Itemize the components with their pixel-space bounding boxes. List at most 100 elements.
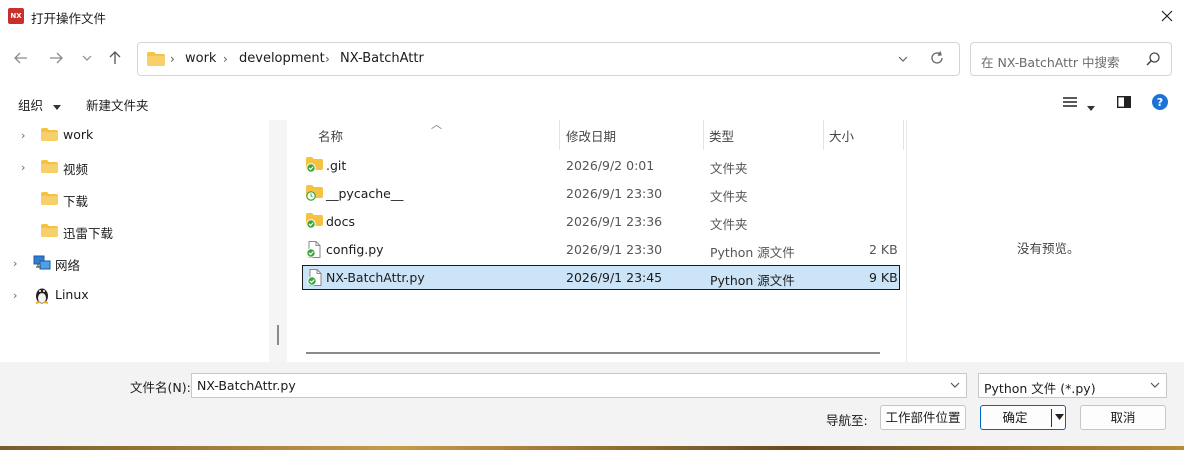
- nav-item-work[interactable]: › work: [0, 123, 260, 147]
- nx-app-icon: NX: [8, 8, 24, 24]
- file-row[interactable]: __pycache__ 2026/9/1 23:30 文件夹: [302, 182, 900, 206]
- file-row[interactable]: .git 2026/9/2 0:01 文件夹: [302, 154, 900, 178]
- nav-item-network[interactable]: › 网络: [0, 251, 260, 275]
- file-list: ︿ 名称 修改日期 类型 大小 .git 2026/9/2 0:01 文件夹 _…: [288, 118, 906, 362]
- column-header-date[interactable]: 修改日期: [566, 126, 616, 145]
- chevron-right-icon: ›: [223, 52, 228, 66]
- address-bar[interactable]: › work › development › NX-BatchAttr: [137, 42, 960, 76]
- file-row[interactable]: docs 2026/9/1 23:36 文件夹: [302, 210, 900, 234]
- chevron-right-icon: ›: [325, 52, 330, 66]
- column-divider[interactable]: [823, 120, 824, 150]
- file-type: 文件夹: [710, 189, 748, 204]
- up-button[interactable]: [104, 47, 126, 69]
- file-name: NX-BatchAttr.py: [326, 270, 425, 285]
- caret-down-icon: [53, 105, 61, 110]
- horizontal-scrollbar[interactable]: [306, 352, 880, 354]
- view-dropdown[interactable]: [1087, 99, 1095, 114]
- folder-icon: [41, 128, 58, 144]
- filetype-select[interactable]: Python 文件 (*.py): [978, 373, 1167, 398]
- list-view-icon: [1063, 97, 1077, 107]
- file-date: 2026/9/1 23:45: [566, 270, 663, 285]
- folder-icon: [41, 160, 58, 176]
- folder-icon: [41, 192, 58, 208]
- organize-menu[interactable]: 组织: [18, 95, 61, 114]
- new-folder-button[interactable]: 新建文件夹: [86, 95, 149, 114]
- chevron-right-icon[interactable]: ›: [21, 129, 25, 142]
- file-row-selected[interactable]: NX-BatchAttr.py 2026/9/1 23:45 Python 源文…: [302, 265, 900, 290]
- chevron-down-icon: [898, 56, 908, 62]
- scrollbar-thumb[interactable]: [277, 325, 279, 345]
- search-icon[interactable]: [1146, 52, 1160, 69]
- preview-pane: 没有预览。: [906, 120, 1184, 362]
- file-name: __pycache__: [326, 186, 404, 201]
- address-history-dropdown[interactable]: [898, 52, 908, 69]
- file-date: 2026/9/1 23:30: [566, 242, 663, 257]
- file-size: 2 KB: [869, 242, 898, 257]
- chevron-right-icon[interactable]: ›: [21, 161, 25, 174]
- filename-input[interactable]: NX-BatchAttr.py: [191, 373, 967, 398]
- cancel-button[interactable]: 取消: [1080, 405, 1166, 430]
- help-button[interactable]: ?: [1152, 94, 1168, 113]
- column-divider[interactable]: [703, 120, 704, 150]
- work-part-location-button[interactable]: 工作部件位置: [880, 405, 966, 430]
- filetype-dropdown[interactable]: [1150, 378, 1160, 395]
- nav-item-downloads[interactable]: 下载: [0, 187, 260, 211]
- nav-item-linux[interactable]: › Linux: [0, 283, 260, 307]
- close-button[interactable]: [1150, 0, 1184, 32]
- refresh-icon: [931, 51, 943, 64]
- back-button[interactable]: [10, 47, 32, 69]
- breadcrumb-development[interactable]: development: [239, 51, 325, 66]
- file-name: config.py: [326, 242, 384, 257]
- breadcrumb-nx-batchattr[interactable]: NX-BatchAttr: [340, 51, 424, 66]
- python-file-synced-icon: [306, 241, 322, 261]
- filename-label: 文件名(N):: [130, 380, 191, 395]
- ok-split-button[interactable]: 确定: [980, 405, 1066, 430]
- navigate-to-label: 导航至:: [826, 413, 868, 428]
- nav-item-xunlei-downloads[interactable]: 迅雷下载: [0, 219, 260, 243]
- file-size: 9 KB: [869, 270, 898, 285]
- ok-dropdown[interactable]: [1055, 406, 1064, 429]
- close-icon: [1161, 10, 1173, 22]
- filename-history-dropdown[interactable]: [950, 378, 960, 395]
- file-type: 文件夹: [710, 217, 748, 232]
- ok-button[interactable]: 确定: [981, 406, 1049, 429]
- forward-button[interactable]: [45, 47, 67, 69]
- preview-pane-toggle[interactable]: [1116, 95, 1132, 111]
- nav-pane-scrollbar[interactable]: [269, 120, 287, 362]
- view-options-button[interactable]: [1063, 96, 1077, 111]
- no-preview-text: 没有预览。: [1017, 241, 1080, 256]
- nav-item-label: 视频: [63, 162, 89, 177]
- folder-icon: [147, 52, 165, 69]
- window-title: 打开操作文件: [31, 11, 107, 26]
- title-bar: NX 打开操作文件: [0, 0, 1184, 32]
- column-header-name[interactable]: 名称: [318, 126, 343, 145]
- chevron-right-icon[interactable]: ›: [13, 257, 17, 270]
- file-type: 文件夹: [710, 161, 748, 176]
- arrow-up-icon: [109, 51, 121, 64]
- filetype-value: Python 文件 (*.py): [984, 381, 1096, 396]
- caret-down-icon: [1055, 414, 1064, 420]
- sort-ascending-icon: ︿: [431, 118, 442, 131]
- nav-item-videos[interactable]: › 视频: [0, 155, 260, 179]
- nav-item-label: work: [63, 127, 94, 142]
- arrow-left-icon: [14, 52, 27, 64]
- nav-item-label: 下载: [63, 194, 89, 209]
- column-header-size[interactable]: 大小: [829, 126, 854, 145]
- column-header-type[interactable]: 类型: [709, 126, 734, 145]
- split-divider: [1051, 409, 1052, 427]
- breadcrumb-work[interactable]: work: [185, 51, 216, 66]
- file-row[interactable]: config.py 2026/9/1 23:30 Python 源文件 2 KB: [302, 238, 900, 262]
- file-name: .git: [326, 158, 347, 173]
- column-divider[interactable]: [559, 120, 560, 150]
- folder-synced-icon: [306, 213, 323, 232]
- search-input[interactable]: 在 NX-BatchAttr 中搜索: [970, 42, 1172, 76]
- recent-locations-button[interactable]: [76, 47, 98, 69]
- column-divider[interactable]: [903, 120, 904, 150]
- search-placeholder: 在 NX-BatchAttr 中搜索: [981, 55, 1120, 70]
- open-file-dialog: NX 打开操作文件 › work › development › NX-Batc…: [0, 0, 1184, 450]
- chevron-right-icon[interactable]: ›: [13, 289, 17, 302]
- file-name: docs: [326, 214, 355, 229]
- refresh-button[interactable]: [930, 51, 944, 68]
- file-type: Python 源文件: [710, 273, 795, 288]
- filename-value: NX-BatchAttr.py: [197, 378, 296, 393]
